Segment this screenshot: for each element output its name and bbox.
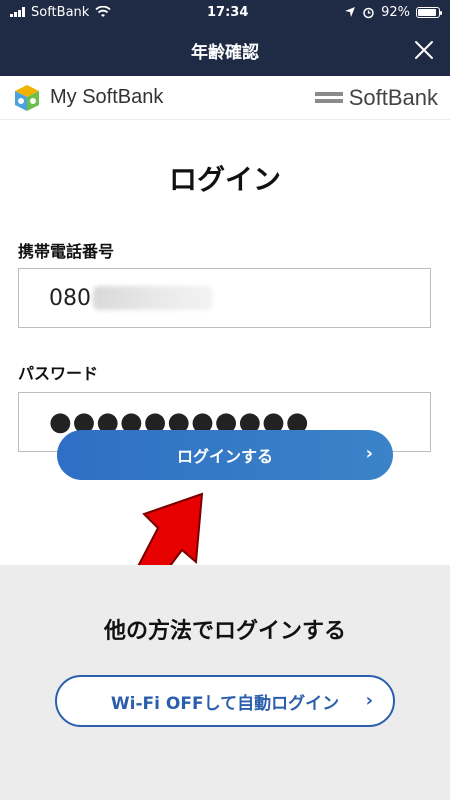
wifi-off-button-label: Wi-Fi OFFして自動ログイン xyxy=(110,693,340,714)
location-icon xyxy=(345,7,356,17)
softbank-logo: SoftBank xyxy=(314,84,438,111)
other-methods-heading: 他の方法でログインする xyxy=(103,619,346,644)
battery-fill xyxy=(417,8,437,16)
login-submit-label: ログインする xyxy=(176,447,273,466)
login-submit-button[interactable]: ログインする › xyxy=(57,430,393,480)
nav-bar: 年齢確認 xyxy=(0,24,450,76)
nav-title: 年齢確認 xyxy=(191,42,259,63)
carrier-name: SoftBank xyxy=(31,4,90,20)
password-label: パスワード xyxy=(18,364,99,383)
my-softbank-cube-icon xyxy=(15,84,39,111)
softbank-text: SoftBank xyxy=(348,84,438,110)
status-time: 17:34 xyxy=(207,4,249,20)
login-section: ログイン 携帯電話番号 080 パスワード ●●●●●●●●●●● xyxy=(0,120,450,565)
chevron-right-icon: › xyxy=(365,443,373,464)
login-heading: ログイン xyxy=(168,163,281,196)
other-methods-section: 他の方法でログインする Wi-Fi OFFして自動ログイン › xyxy=(0,565,450,800)
brand-bar: My SoftBank SoftBank xyxy=(0,76,450,120)
alarm-icon xyxy=(363,7,374,18)
signal-icon xyxy=(10,7,25,17)
softbank-bars-icon xyxy=(314,92,343,103)
chevron-right-icon: › xyxy=(365,690,373,711)
phone-value: 080 xyxy=(49,285,91,311)
wifi-off-auto-login-button[interactable]: Wi-Fi OFFして自動ログイン › xyxy=(55,675,395,727)
wifi-icon xyxy=(95,6,111,17)
my-softbank-text: My SoftBank xyxy=(50,86,164,108)
my-softbank-logo: My SoftBank xyxy=(12,83,163,113)
phone-label: 携帯電話番号 xyxy=(18,242,115,261)
battery-icon xyxy=(415,6,442,18)
status-bar: SoftBank 17:34 92% xyxy=(0,0,450,24)
status-left: SoftBank xyxy=(10,5,111,20)
phone-field[interactable]: 080 xyxy=(18,268,431,328)
phone-redacted-blur xyxy=(93,286,213,310)
status-right: 92% xyxy=(344,4,442,20)
close-icon xyxy=(415,41,433,59)
close-button[interactable] xyxy=(410,36,438,64)
battery-percent: 92% xyxy=(381,4,410,20)
